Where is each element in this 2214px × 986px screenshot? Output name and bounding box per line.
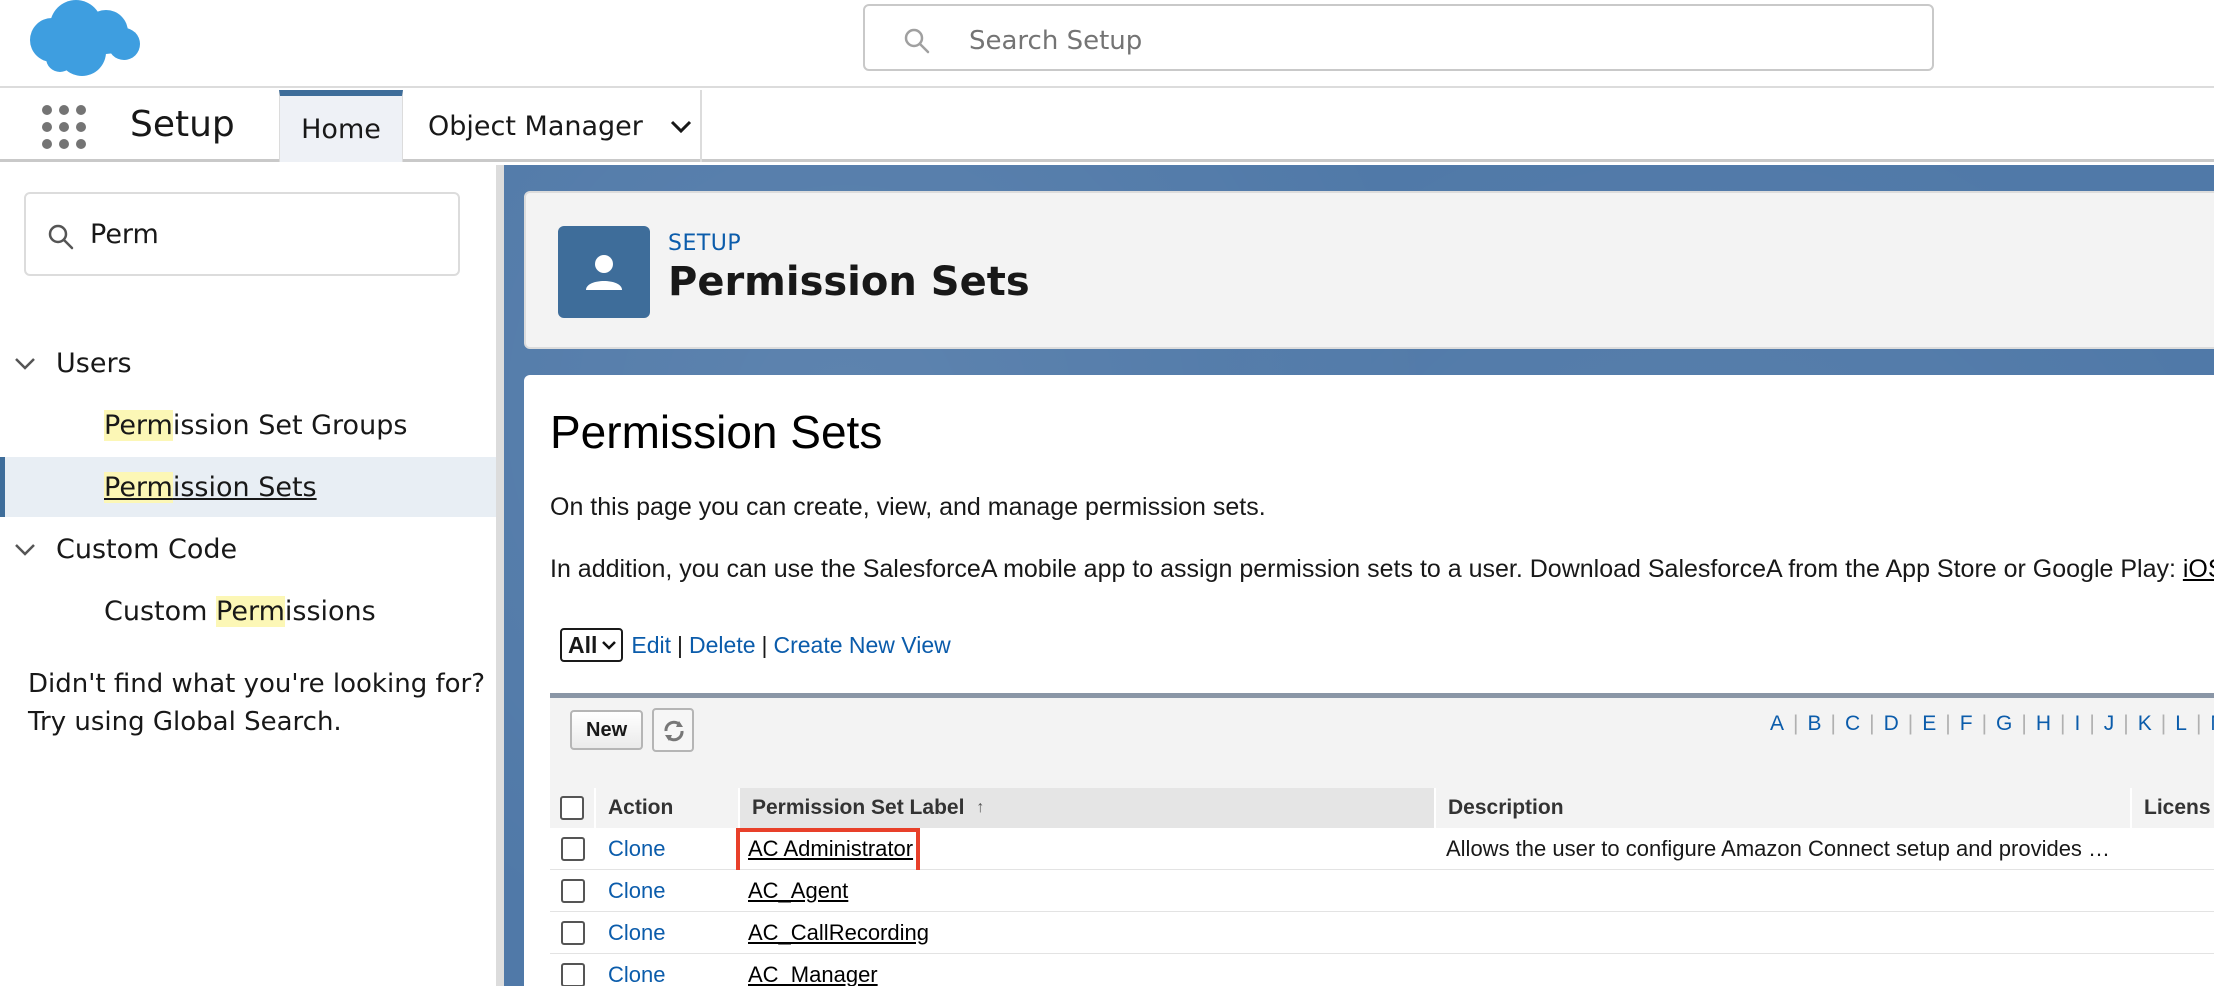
clone-link[interactable]: Clone xyxy=(596,912,740,954)
alpha-i[interactable]: I xyxy=(2074,712,2080,736)
tab-home-label: Home xyxy=(301,113,381,145)
setup-sidebar: Perm Users Permission Set Groups Permiss… xyxy=(0,165,496,986)
row-checkbox[interactable] xyxy=(561,837,585,861)
alpha-l[interactable]: L xyxy=(2175,712,2187,736)
app-launcher-icon[interactable] xyxy=(42,105,86,149)
permission-set-link[interactable]: AC_Manager xyxy=(736,954,1436,986)
tab-home[interactable]: Home xyxy=(279,90,403,162)
page-title: Permission Sets xyxy=(668,259,1030,305)
alpha-j[interactable]: J xyxy=(2104,712,2115,736)
alpha-c[interactable]: C xyxy=(1845,712,1860,736)
content-title: Permission Sets xyxy=(550,406,883,458)
description-cell: Allows the user to configure Amazon Conn… xyxy=(1446,836,2111,861)
intro-paragraph: On this page you can create, view, and m… xyxy=(550,493,1266,521)
global-search-input[interactable]: Search Setup xyxy=(863,4,1934,71)
table-header: Action Permission Set Label ↑ Description… xyxy=(550,788,2214,828)
sidebar-item-permission-sets[interactable]: Permission Sets xyxy=(0,457,496,517)
quick-find-input[interactable]: Perm xyxy=(24,192,460,276)
tab-object-manager-label: Object Manager xyxy=(428,110,643,142)
sort-ascending-icon: ↑ xyxy=(976,799,985,816)
quick-find-value: Perm xyxy=(90,219,159,250)
column-header-description[interactable]: Description xyxy=(1436,788,2132,828)
main-content-area: SETUP Permission Sets Permission Sets On… xyxy=(496,165,2214,986)
user-icon xyxy=(558,226,650,318)
search-icon xyxy=(48,224,74,250)
separator: | xyxy=(677,631,684,658)
search-help-text: Didn't find what you're looking for? Try… xyxy=(28,669,486,737)
chevron-down-icon xyxy=(15,358,35,370)
delete-view-link[interactable]: Delete xyxy=(689,632,755,659)
global-header: Search Setup xyxy=(0,0,2214,88)
chevron-down-icon[interactable] xyxy=(669,114,693,138)
sidebar-item-label: Custom Permissions xyxy=(104,595,376,627)
table-row: Clone AC_Agent xyxy=(550,870,2214,912)
table-row: Clone AC Administrator Allows the user t… xyxy=(550,828,2214,874)
tree-group-label: Custom Code xyxy=(56,533,238,565)
description-cell xyxy=(1436,912,2132,954)
page-eyebrow: SETUP xyxy=(668,231,742,256)
search-icon xyxy=(904,28,930,54)
clone-link[interactable]: Clone xyxy=(596,870,740,912)
tree-group-label: Users xyxy=(56,347,132,379)
tree-group-custom-code[interactable]: Custom Code xyxy=(0,519,496,579)
tree-group-users[interactable]: Users xyxy=(0,333,496,393)
table-row: Clone AC_CallRecording xyxy=(550,912,2214,954)
sidebar-item-label: Permission Set Groups xyxy=(104,409,408,441)
alpha-g[interactable]: G xyxy=(1996,712,2012,736)
alpha-a[interactable]: A xyxy=(1770,712,1784,736)
chevron-down-icon xyxy=(602,641,617,650)
app-name: Setup xyxy=(130,104,235,145)
alphabet-filter: A| B| C| D| E| F| G| H| I| J| K| L| M xyxy=(1770,712,2214,736)
clone-link[interactable]: Clone xyxy=(596,954,740,986)
permission-set-link[interactable]: AC_CallRecording xyxy=(736,912,1436,954)
row-checkbox[interactable] xyxy=(561,879,585,903)
separator: | xyxy=(761,631,768,658)
sidebar-item-label: Permission Sets xyxy=(104,471,317,503)
row-checkbox[interactable] xyxy=(561,921,585,945)
column-header-license[interactable]: Licens xyxy=(2132,788,2214,828)
permission-set-link[interactable]: AC_Agent xyxy=(736,870,1436,912)
table-row: Clone AC_Manager xyxy=(550,954,2214,986)
edit-view-link[interactable]: Edit xyxy=(631,632,671,659)
select-all-header xyxy=(550,788,596,828)
alpha-k[interactable]: K xyxy=(2138,712,2152,736)
refresh-button[interactable] xyxy=(652,708,694,752)
new-button[interactable]: New xyxy=(570,710,644,750)
permission-sets-list: New A | B | C | D | E | F | G | H | I | J | xyxy=(550,693,2214,986)
alpha-m[interactable]: M xyxy=(2210,712,2214,736)
description-cell xyxy=(1436,870,2132,912)
alpha-d[interactable]: D xyxy=(1884,712,1899,736)
salesforce-logo[interactable] xyxy=(24,0,144,80)
tab-object-manager[interactable]: Object Manager xyxy=(404,90,702,162)
alpha-f[interactable]: F xyxy=(1960,712,1973,736)
select-all-checkbox[interactable] xyxy=(560,796,584,820)
navigation-bar: Setup Home Object Manager xyxy=(0,90,2214,162)
refresh-icon xyxy=(664,720,684,742)
column-header-label[interactable]: Permission Set Label ↑ xyxy=(740,788,1436,828)
alpha-h[interactable]: H xyxy=(2036,712,2051,736)
chevron-down-icon xyxy=(15,544,35,556)
page-header: SETUP Permission Sets xyxy=(524,191,2214,349)
search-placeholder: Search Setup xyxy=(969,26,1143,56)
highlight-box xyxy=(736,828,920,874)
view-select[interactable]: All xyxy=(560,628,624,662)
clone-link[interactable]: Clone xyxy=(596,828,740,870)
create-new-view-link[interactable]: Create New View xyxy=(773,632,950,659)
content-panel: Permission Sets On this page you can cre… xyxy=(524,375,2214,986)
sidebar-item-permission-set-groups[interactable]: Permission Set Groups xyxy=(0,395,496,455)
alpha-b[interactable]: B xyxy=(1807,712,1821,736)
row-checkbox[interactable] xyxy=(561,963,585,986)
column-header-action: Action xyxy=(596,788,740,828)
alpha-e[interactable]: E xyxy=(1922,712,1936,736)
list-view-bar: All Edit | Delete | Create New View xyxy=(560,628,951,662)
salesforcea-paragraph: In addition, you can use the SalesforceA… xyxy=(550,555,2214,584)
sidebar-item-custom-permissions[interactable]: Custom Permissions xyxy=(0,581,496,641)
description-cell xyxy=(1436,954,2132,986)
ios-link[interactable]: iOS xyxy=(2183,555,2214,583)
